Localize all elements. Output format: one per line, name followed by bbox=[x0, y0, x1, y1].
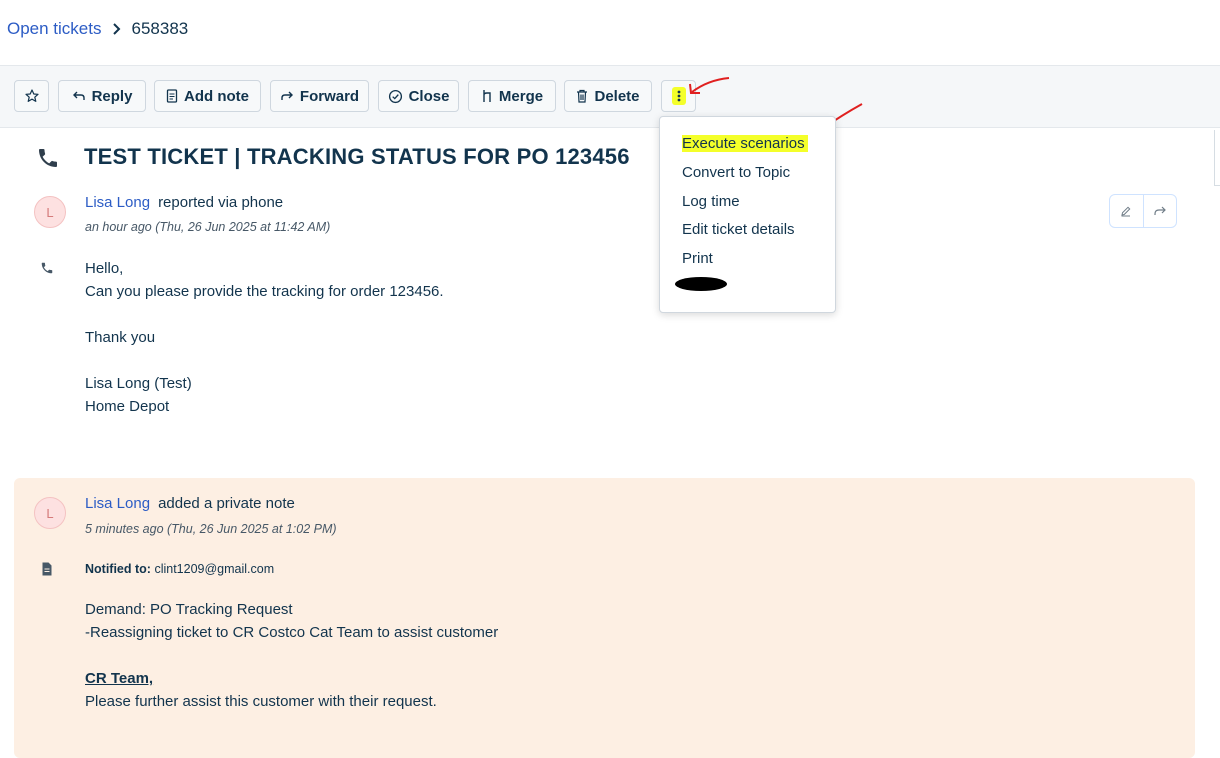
notified-label: Notified to: bbox=[85, 562, 151, 576]
delete-button[interactable]: Delete bbox=[564, 80, 652, 112]
add-note-button[interactable]: Add note bbox=[154, 80, 261, 112]
ticket-toolbar: Reply Add note Forward Close Merge Delet… bbox=[0, 65, 1220, 128]
star-icon bbox=[24, 89, 39, 102]
message-author-line: Lisa Long reported via phone bbox=[85, 194, 283, 211]
breadcrumb-open-tickets-link[interactable]: Open tickets bbox=[7, 19, 102, 39]
avatar: L bbox=[34, 196, 66, 228]
merge-icon bbox=[483, 90, 491, 102]
note-body: Demand: PO Tracking Request -Reassigning… bbox=[85, 601, 499, 641]
note-team-heading: CR Team, bbox=[85, 670, 154, 687]
merge-button[interactable]: Merge bbox=[468, 80, 556, 112]
check-circle-icon bbox=[388, 89, 402, 103]
breadcrumb-ticket-id: 658383 bbox=[131, 19, 189, 38]
phone-icon bbox=[39, 149, 57, 167]
message-timestamp: an hour ago (Thu, 26 Jun 2025 at 11:42 A… bbox=[85, 220, 331, 234]
menu-item-print[interactable]: Print bbox=[682, 250, 713, 267]
note-timestamp: 5 minutes ago (Thu, 26 Jun 2025 at 1:02 … bbox=[85, 522, 337, 536]
breadcrumb: Open tickets 658383 bbox=[7, 19, 188, 39]
message-action-text: reported via phone bbox=[158, 194, 284, 211]
menu-item-log-time[interactable]: Log time bbox=[682, 193, 740, 210]
more-vertical-icon bbox=[671, 87, 686, 105]
message-body: Hello, Can you please provide the tracki… bbox=[85, 260, 444, 415]
trash-icon bbox=[577, 89, 588, 103]
redacted-menu-item bbox=[675, 277, 727, 291]
scrollbar-divider bbox=[1214, 185, 1220, 186]
forward-button[interactable]: Forward bbox=[270, 80, 369, 112]
delete-button-label: Delete bbox=[594, 87, 640, 105]
note-icon bbox=[166, 89, 178, 103]
notified-email: clint1209@gmail.com bbox=[154, 562, 275, 576]
note-action-text: added a private note bbox=[158, 495, 295, 512]
message-actions bbox=[1109, 194, 1177, 228]
note-author-link[interactable]: Lisa Long bbox=[85, 495, 150, 512]
scrollbar[interactable] bbox=[1214, 130, 1215, 185]
edit-button[interactable] bbox=[1110, 195, 1144, 227]
reply-button-label: Reply bbox=[91, 87, 133, 105]
message-author-link[interactable]: Lisa Long bbox=[85, 194, 150, 211]
chevron-right-icon bbox=[112, 23, 120, 35]
document-icon bbox=[42, 562, 52, 576]
ticket-title: TEST TICKET | TRACKING STATUS FOR PO 123… bbox=[84, 144, 630, 169]
close-button[interactable]: Close bbox=[378, 80, 459, 112]
forward-arrow-icon bbox=[1154, 206, 1166, 215]
pencil-icon bbox=[1121, 206, 1131, 217]
more-options-menu: Execute scenarios Convert to Topic Log t… bbox=[659, 116, 836, 313]
reply-icon bbox=[72, 91, 85, 100]
menu-item-convert-to-topic[interactable]: Convert to Topic bbox=[682, 164, 790, 181]
menu-item-execute-scenarios[interactable]: Execute scenarios bbox=[682, 135, 808, 152]
forward-message-button[interactable] bbox=[1144, 195, 1177, 227]
note-avatar: L bbox=[34, 497, 66, 529]
menu-item-edit-ticket-details[interactable]: Edit ticket details bbox=[682, 221, 795, 238]
note-team-body: Please further assist this customer with… bbox=[85, 693, 437, 710]
annotation-arrow-more bbox=[689, 77, 730, 94]
star-button[interactable] bbox=[14, 80, 49, 112]
reply-button[interactable]: Reply bbox=[58, 80, 146, 112]
notified-to: Notified to: clint1209@gmail.com bbox=[85, 562, 274, 576]
phone-source-icon bbox=[41, 262, 53, 274]
merge-button-label: Merge bbox=[498, 87, 544, 105]
add-note-button-label: Add note bbox=[184, 87, 249, 105]
close-button-label: Close bbox=[408, 87, 450, 105]
forward-button-label: Forward bbox=[299, 87, 360, 105]
forward-icon bbox=[281, 91, 293, 100]
note-author-line: Lisa Long added a private note bbox=[85, 495, 295, 512]
